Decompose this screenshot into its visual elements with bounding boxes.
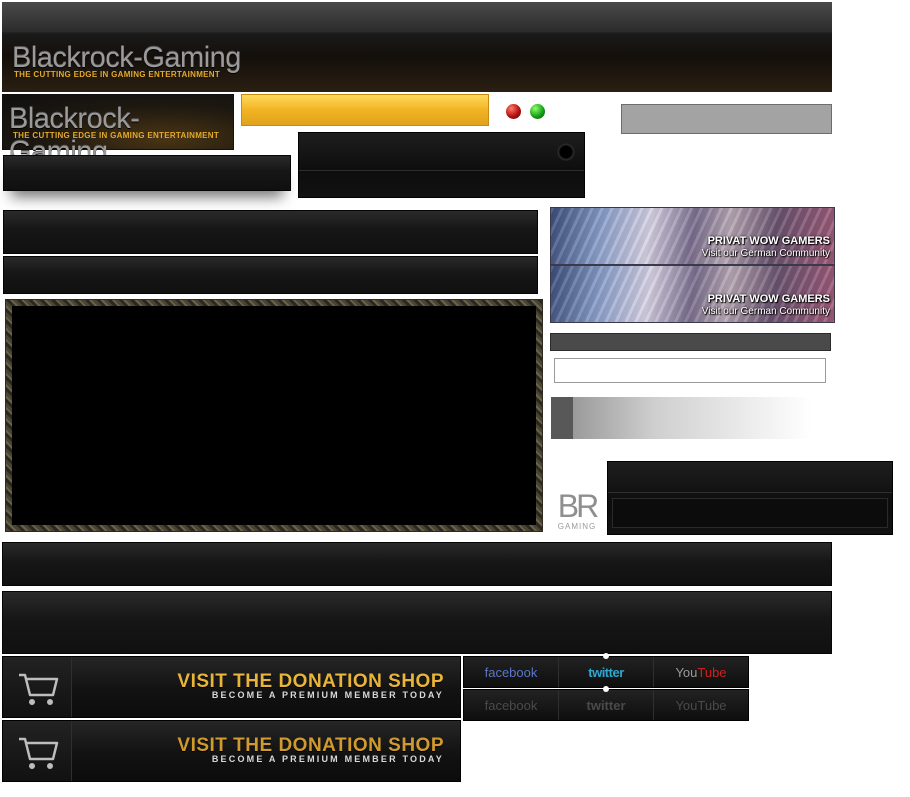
banner-title: PRIVAT WOW GAMERS bbox=[707, 293, 830, 305]
text-input-field[interactable] bbox=[554, 358, 826, 383]
grey-input-box[interactable] bbox=[621, 104, 832, 134]
video-frame bbox=[5, 299, 543, 532]
header-banner: Blackrock-Gaming THE CUTTING EDGE IN GAM… bbox=[2, 2, 832, 92]
cart-icon-box bbox=[3, 721, 72, 781]
green-status-dot-icon[interactable] bbox=[530, 104, 545, 119]
login-panel-divider bbox=[608, 492, 892, 493]
community-banner-2[interactable]: PRIVAT WOW GAMERS Visit our German Commu… bbox=[550, 265, 835, 323]
br-logo-letters: BR bbox=[557, 488, 599, 524]
notch-marker bbox=[603, 686, 609, 692]
footer-bar-1 bbox=[2, 542, 832, 586]
youtube-label-tube: Tube bbox=[697, 664, 727, 680]
site-logo-tagline: THE CUTTING EDGE IN GAMING ENTERTAINMENT bbox=[14, 70, 221, 79]
panel-divider bbox=[299, 170, 584, 171]
grey-header-strip bbox=[550, 333, 831, 351]
shopping-cart-icon bbox=[19, 673, 59, 705]
banner-subtitle: Visit our German Community bbox=[701, 248, 830, 259]
social-bar-inactive: facebook twitter You Tube bbox=[463, 686, 749, 721]
twitter-link[interactable]: twitter bbox=[559, 653, 654, 687]
youtube-link[interactable]: You Tube bbox=[654, 657, 748, 687]
header-sheen bbox=[2, 2, 832, 32]
red-status-dot-icon[interactable] bbox=[506, 104, 521, 119]
facebook-link[interactable]: facebook bbox=[464, 690, 559, 720]
br-gaming-logo: BR GAMING bbox=[552, 490, 602, 534]
twitter-label: twitter bbox=[588, 664, 624, 680]
youtube-link[interactable]: You Tube bbox=[654, 690, 748, 720]
hole-icon bbox=[557, 143, 575, 161]
community-banner-1[interactable]: PRIVAT WOW GAMERS Visit our German Commu… bbox=[550, 207, 835, 265]
donation-shop-button-2[interactable]: VISIT THE DONATION SHOP BECOME A PREMIUM… bbox=[2, 720, 461, 782]
facebook-label: facebook bbox=[484, 697, 538, 713]
login-field[interactable] bbox=[612, 498, 888, 528]
dark-nav-bar bbox=[3, 155, 291, 191]
banner-subtitle: Visit our German Community bbox=[701, 306, 830, 317]
facebook-link[interactable]: facebook bbox=[464, 657, 559, 687]
small-logo: Blackrock-Gaming THE CUTTING EDGE IN GAM… bbox=[2, 94, 234, 168]
cart-icon-box bbox=[3, 657, 72, 717]
donation-subtitle: BECOME A PREMIUM MEMBER TODAY bbox=[211, 754, 444, 764]
notch-marker bbox=[603, 653, 609, 659]
social-bar-active: facebook twitter You Tube bbox=[463, 653, 749, 688]
banner-title: PRIVAT WOW GAMERS bbox=[707, 235, 830, 247]
login-panel bbox=[607, 461, 893, 535]
twitter-label: twitter bbox=[586, 697, 626, 713]
gradient-bar bbox=[551, 397, 811, 439]
dark-content-panel bbox=[298, 132, 585, 198]
donation-subtitle: BECOME A PREMIUM MEMBER TODAY bbox=[211, 690, 444, 700]
twitter-link[interactable]: twitter bbox=[559, 686, 654, 720]
gold-progress-bar bbox=[241, 94, 489, 126]
facebook-label: facebook bbox=[484, 664, 538, 680]
youtube-label-you: You bbox=[675, 664, 698, 680]
video-viewport[interactable] bbox=[12, 306, 536, 525]
dark-bar-1 bbox=[3, 210, 538, 254]
gradient-bar-cap bbox=[551, 397, 573, 439]
small-logo-tagline: THE CUTTING EDGE IN GAMING ENTERTAINMENT bbox=[13, 131, 220, 140]
shopping-cart-icon bbox=[19, 737, 59, 769]
youtube-label-you: You bbox=[675, 697, 698, 713]
donation-shop-button-1[interactable]: VISIT THE DONATION SHOP BECOME A PREMIUM… bbox=[2, 656, 461, 718]
dark-bar-2 bbox=[3, 256, 538, 294]
footer-bar-2 bbox=[2, 591, 832, 654]
br-logo-caption: GAMING bbox=[557, 522, 597, 531]
youtube-label-tube: Tube bbox=[697, 697, 727, 713]
